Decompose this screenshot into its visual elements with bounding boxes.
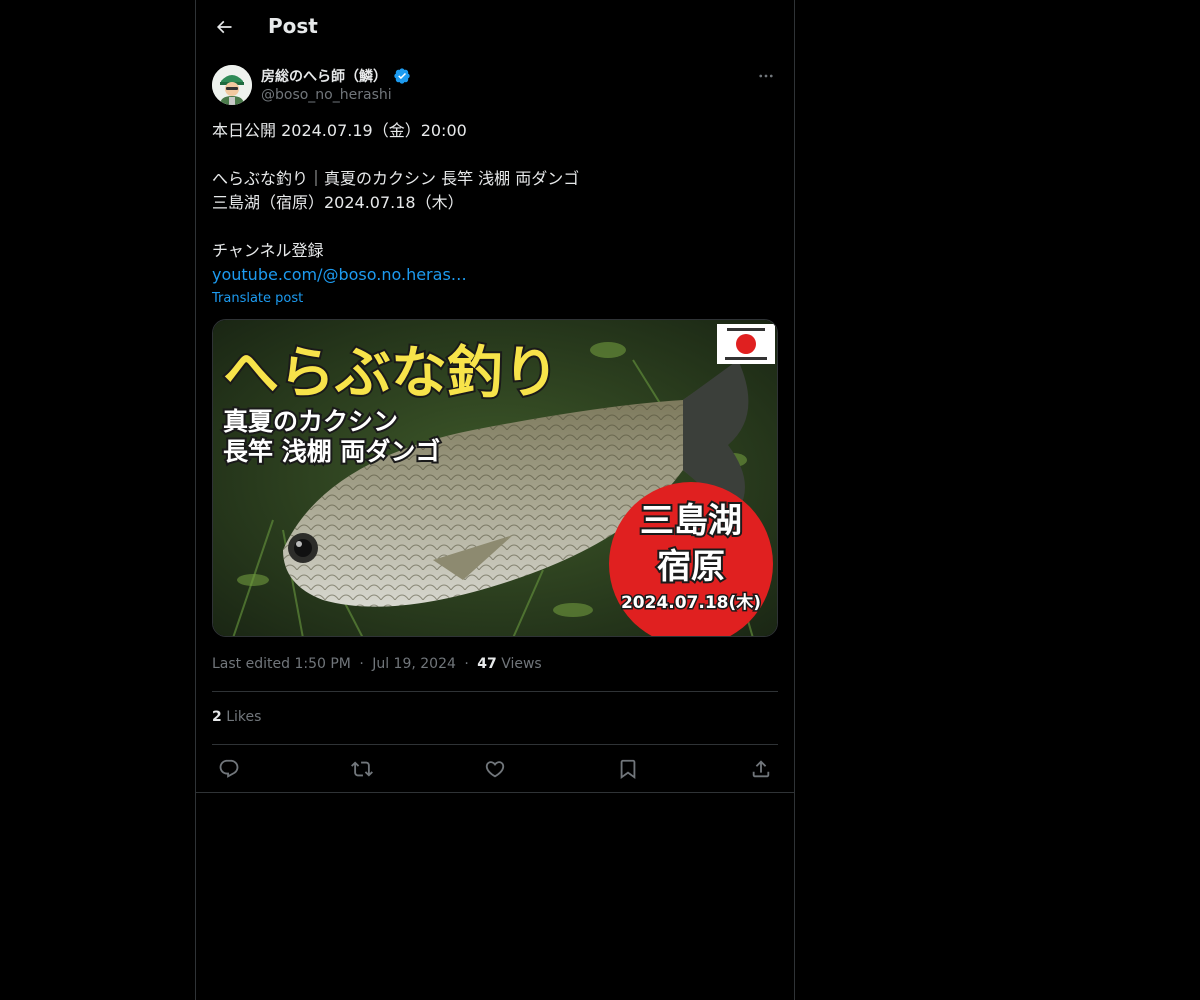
thumbnail-place: 三島湖 xyxy=(640,501,742,541)
page-title: Post xyxy=(268,14,318,38)
arrow-left-icon xyxy=(216,20,232,34)
post-text-line: 三島湖（宿原）2024.07.18（木） xyxy=(212,193,464,212)
views-count: 47 xyxy=(477,656,497,672)
post-text-line: チャンネル登録 xyxy=(212,241,324,260)
thumbnail-subtitle: 長竿 浅棚 両ダンゴ xyxy=(223,437,440,466)
translate-post-link[interactable]: Translate post xyxy=(212,291,303,306)
more-button[interactable] xyxy=(754,64,778,88)
post-text-line: 本日公開 2024.07.19（金）20:00 xyxy=(212,121,467,140)
meta-separator: · xyxy=(359,656,364,672)
post-date[interactable]: Jul 19, 2024 xyxy=(372,656,456,672)
back-button[interactable] xyxy=(208,11,240,43)
divider xyxy=(212,744,778,745)
verified-badge-icon xyxy=(394,68,410,84)
divider xyxy=(212,691,778,692)
meta-separator: · xyxy=(464,656,469,672)
likes-count-link[interactable]: 2 Likes xyxy=(212,709,261,725)
author-row: 房総のへら師（鱗） @boso_no_herashi xyxy=(212,64,778,106)
thumbnail-subtitle: 真夏のカクシン xyxy=(223,407,398,436)
more-icon xyxy=(759,74,773,78)
share-button[interactable] xyxy=(744,752,778,786)
post-text: 本日公開 2024.07.19（金）20:00 へらぶな釣り｜真夏のカクシン 長… xyxy=(212,119,778,287)
avatar[interactable] xyxy=(212,65,252,105)
post-metadata: Last edited 1:50 PM · Jul 19, 2024 · 47 … xyxy=(212,656,542,672)
reply-icon xyxy=(219,759,239,778)
reply-button[interactable] xyxy=(212,752,246,786)
edited-time[interactable]: Last edited 1:50 PM xyxy=(212,656,351,672)
post-link[interactable]: youtube.com/@boso.no.heras… xyxy=(212,265,467,284)
share-icon xyxy=(752,760,770,778)
heart-icon xyxy=(485,761,505,778)
bookmark-button[interactable] xyxy=(611,752,645,786)
bookmark-icon xyxy=(620,759,636,780)
thumbnail-place: 宿原 xyxy=(657,547,725,587)
likes-count: 2 xyxy=(212,709,222,725)
post-text-line xyxy=(212,215,778,239)
divider xyxy=(196,792,794,793)
repost-button[interactable] xyxy=(345,752,379,786)
author-handle[interactable]: @boso_no_herashi xyxy=(261,87,392,103)
like-button[interactable] xyxy=(478,752,512,786)
author-display-name: 房総のへら師（鱗） xyxy=(261,69,387,85)
association-logo xyxy=(717,324,775,364)
author-name[interactable]: 房総のへら師（鱗） xyxy=(261,66,411,86)
post-image[interactable]: へらぶな釣り 真夏のカクシン 長竿 浅棚 両ダンゴ 三島湖 宿原 2024.07… xyxy=(212,319,778,637)
likes-label: Likes xyxy=(226,709,262,725)
action-bar xyxy=(212,752,778,786)
post-text-line: へらぶな釣り｜真夏のカクシン 長竿 浅棚 両ダンゴ xyxy=(212,169,580,188)
thumbnail-date: 2024.07.18(木) xyxy=(621,592,761,613)
post-column: Post 房総のへら師（鱗） @boso_no_herashi 本日公開 202… xyxy=(195,0,795,1000)
repost-icon xyxy=(351,761,373,777)
post-header: Post xyxy=(196,0,794,54)
post-text-line xyxy=(212,143,778,167)
views-label: Views xyxy=(501,656,542,672)
thumbnail-title: へらぶな釣り xyxy=(223,341,559,406)
thumbnail-image: へらぶな釣り 真夏のカクシン 長竿 浅棚 両ダンゴ 三島湖 宿原 2024.07… xyxy=(213,320,777,636)
